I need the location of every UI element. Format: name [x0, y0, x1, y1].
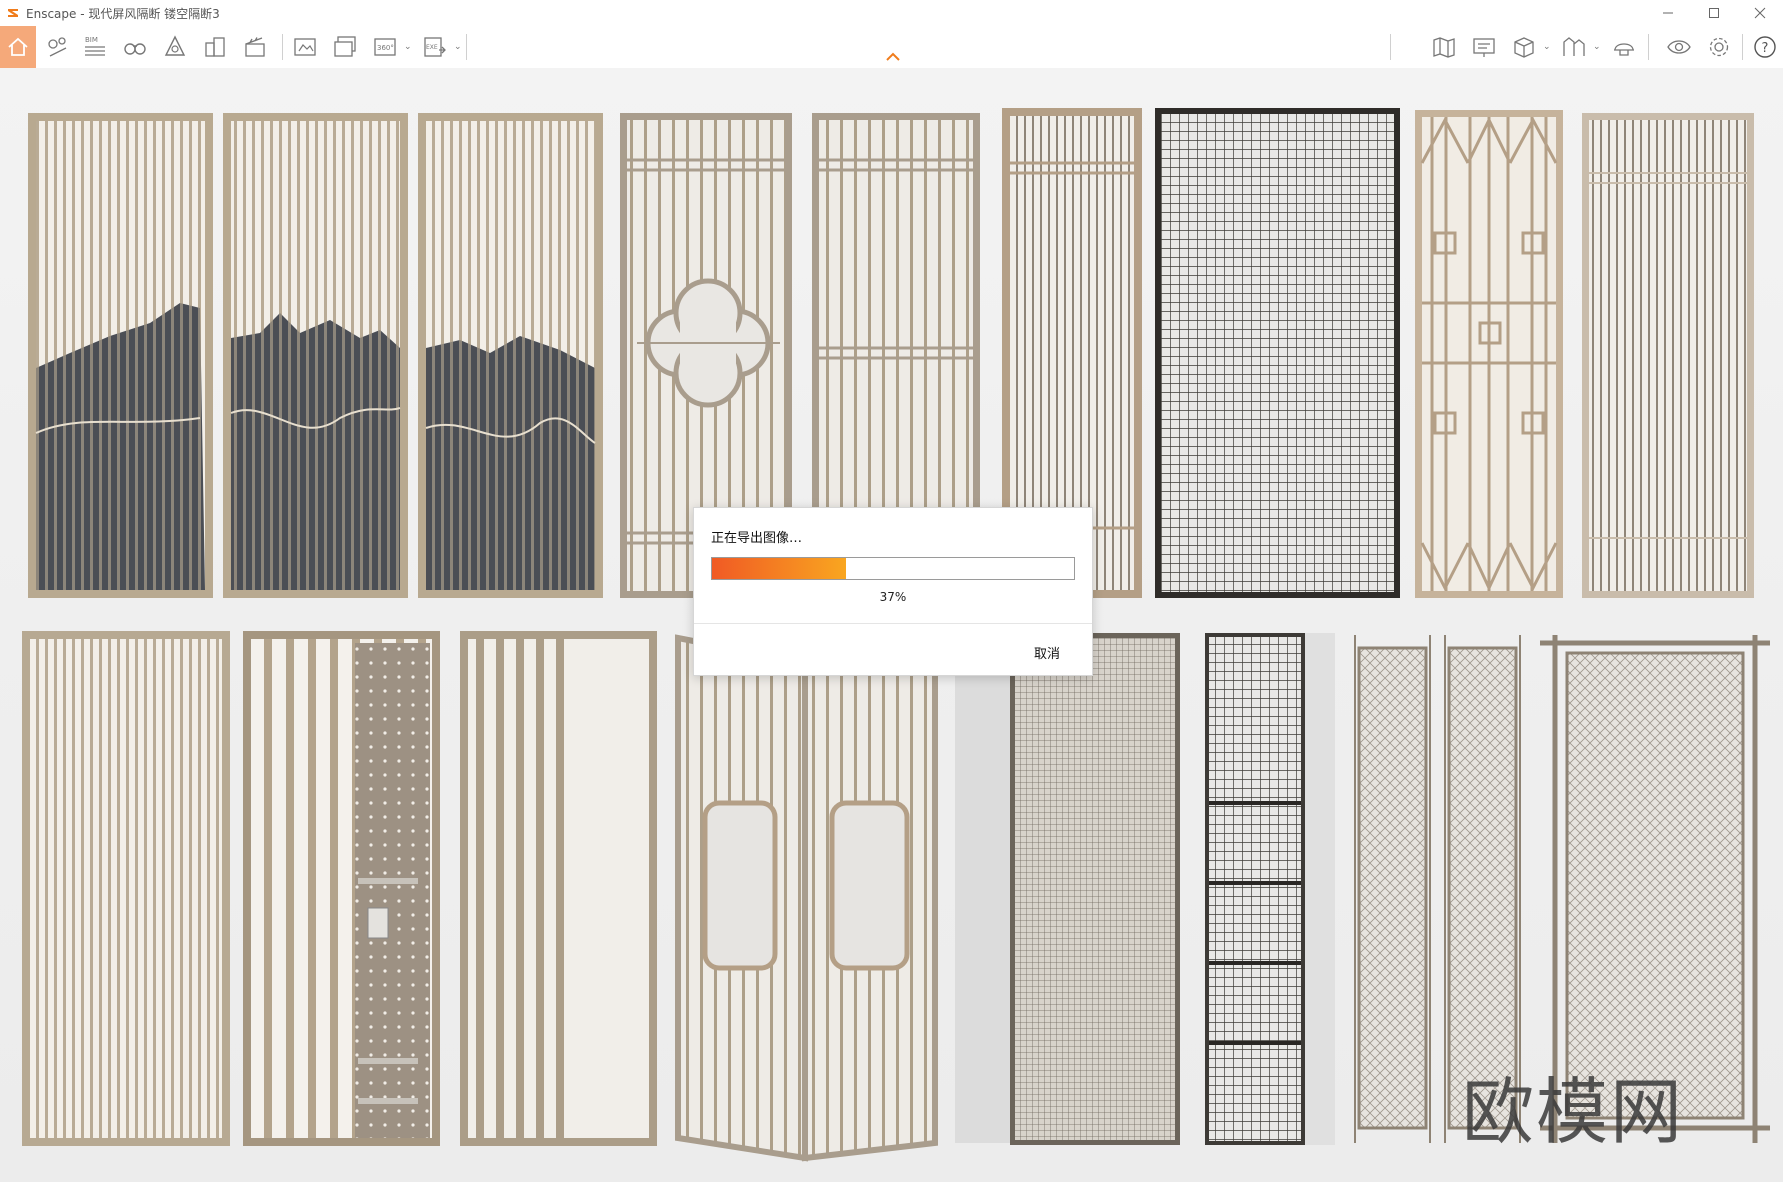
screen-black-grid — [1155, 108, 1400, 598]
close-icon — [1754, 7, 1766, 19]
batch-render-button[interactable] — [328, 30, 362, 64]
maximize-icon — [1709, 8, 1719, 18]
billboard-button[interactable] — [1467, 30, 1501, 64]
screen-slim-lines — [1582, 113, 1754, 598]
screenshot-button[interactable] — [288, 30, 322, 64]
screen-art-deco — [1415, 110, 1563, 598]
binoculars-button[interactable] — [118, 30, 152, 64]
exe-export-icon: EXE — [424, 37, 446, 57]
buildings-button[interactable] — [198, 30, 232, 64]
box-button[interactable] — [1507, 30, 1541, 64]
screen-mountain-1 — [28, 113, 213, 598]
helmet-icon — [1614, 43, 1634, 56]
progress-percent-label: 37% — [879, 590, 907, 604]
site-context-icon — [1563, 37, 1585, 56]
dialog-title: 正在导出图像… — [711, 531, 803, 546]
site-context-button[interactable] — [1557, 30, 1591, 64]
enscape-logo-icon — [8, 9, 18, 17]
export-progress-bar — [711, 557, 1075, 580]
svg-text:360°: 360° — [377, 44, 394, 52]
buildings-icon — [205, 37, 225, 57]
screenshot-icon — [294, 38, 316, 56]
box-dropdown-caret[interactable]: ⌄ — [1543, 42, 1551, 52]
clapperboard-button[interactable] — [238, 30, 272, 64]
window-title: Enscape - 现代屏风隔断 镂空隔断3 — [26, 6, 220, 21]
gear-icon — [1709, 37, 1729, 57]
progress-fill — [712, 558, 846, 579]
toolbar-separator — [1648, 34, 1649, 60]
asset-library-icon — [164, 35, 186, 56]
exe-dropdown-caret[interactable]: ⌄ — [454, 42, 462, 52]
minimize-icon — [1663, 12, 1673, 14]
screen-folding-window — [675, 634, 1010, 1162]
screen-perforated-shelf — [243, 631, 440, 1146]
window-controls — [1645, 0, 1783, 26]
map-button[interactable] — [1427, 30, 1461, 64]
screen-fine-mesh — [1010, 633, 1180, 1145]
screen-wavy-slats — [22, 631, 230, 1146]
helmet-button[interactable] — [1607, 30, 1641, 64]
main-toolbar: BIM 360° ⌄ EXE ⌄ ⌄ ⌄ ? — [0, 26, 1783, 69]
clapperboard-icon — [245, 37, 265, 57]
home-icon — [8, 37, 28, 56]
maximize-button[interactable] — [1691, 0, 1737, 26]
svg-text:?: ? — [1762, 41, 1769, 56]
screen-mountain-2 — [223, 113, 408, 598]
dialog-divider — [694, 623, 1092, 624]
visual-settings-icon — [1667, 40, 1691, 54]
help-button[interactable]: ? — [1748, 30, 1782, 64]
screen-dark-lattice — [1205, 633, 1335, 1145]
batch-render-icon — [334, 36, 356, 57]
binoculars-icon — [124, 43, 146, 55]
collapse-toolbar-chevron-icon[interactable] — [885, 52, 901, 62]
panorama-360-icon: 360° — [374, 38, 396, 56]
help-icon: ? — [1754, 36, 1776, 58]
box-icon — [1514, 37, 1534, 58]
panorama-button[interactable]: 360° — [368, 30, 402, 64]
location-pins-icon — [48, 37, 67, 57]
close-button[interactable] — [1737, 0, 1783, 26]
map-icon — [1433, 37, 1455, 58]
site-dropdown-caret[interactable]: ⌄ — [1593, 42, 1601, 52]
asset-library-button[interactable] — [158, 30, 192, 64]
svg-text:EXE: EXE — [426, 44, 438, 51]
cancel-button[interactable]: 取消 — [1034, 643, 1060, 662]
screen-mountain-3 — [418, 113, 603, 598]
toolbar-separator — [282, 34, 283, 60]
settings-button[interactable] — [1702, 30, 1736, 64]
brand-watermark: 欧模网 — [1462, 1070, 1685, 1154]
visual-settings-button[interactable] — [1662, 30, 1696, 64]
bim-button[interactable]: BIM — [78, 30, 112, 64]
billboard-icon — [1473, 38, 1495, 57]
views-button[interactable] — [40, 30, 74, 64]
minimize-button[interactable] — [1645, 0, 1691, 26]
toolbar-separator — [1742, 34, 1743, 60]
toolbar-separator — [466, 34, 467, 60]
home-button[interactable] — [0, 26, 36, 68]
title-bar: Enscape - 现代屏风隔断 镂空隔断3 — [0, 0, 1783, 26]
toolbar-separator — [1390, 34, 1391, 60]
panorama-dropdown-caret[interactable]: ⌄ — [404, 42, 412, 52]
export-progress-dialog: 正在导出图像… 37% 取消 — [693, 507, 1093, 676]
screen-open-slats — [460, 631, 657, 1146]
svg-text:BIM: BIM — [85, 36, 98, 44]
bim-icon: BIM — [85, 36, 105, 56]
exe-export-button[interactable]: EXE — [418, 30, 452, 64]
